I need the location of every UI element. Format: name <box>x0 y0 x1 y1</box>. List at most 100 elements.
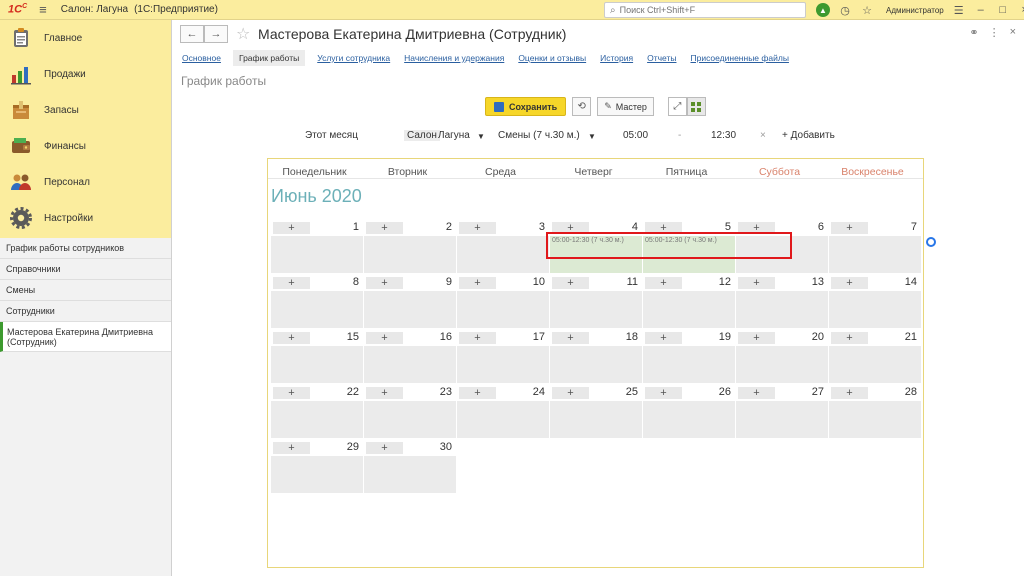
calendar-day-cell[interactable]: +13 <box>736 276 828 328</box>
tab-accruals[interactable]: Начисления и удержания <box>404 50 504 66</box>
add-shift-button[interactable]: + <box>459 332 496 344</box>
day-body[interactable] <box>457 346 549 383</box>
day-body[interactable] <box>550 346 642 383</box>
settings-menu-icon[interactable]: ☰ <box>950 2 968 18</box>
day-body[interactable] <box>643 401 735 438</box>
history-icon[interactable]: ◷ <box>836 2 854 18</box>
back-arrow-icon[interactable]: ← <box>180 25 204 43</box>
add-button[interactable]: + Добавить <box>782 130 835 141</box>
day-body[interactable] <box>643 291 735 328</box>
favorite-star-icon[interactable]: ☆ <box>236 24 250 44</box>
tab-services[interactable]: Услуги сотрудника <box>317 50 390 66</box>
calendar-day-cell[interactable]: +17 <box>457 331 549 383</box>
save-button[interactable]: Сохранить <box>485 97 567 116</box>
day-body[interactable] <box>364 401 456 438</box>
user-name[interactable]: Администратор <box>886 6 944 15</box>
add-shift-button[interactable]: + <box>273 442 310 454</box>
add-shift-button[interactable]: + <box>366 442 403 454</box>
calendar-day-cell[interactable]: +16 <box>364 331 456 383</box>
day-body[interactable] <box>829 346 921 383</box>
day-body[interactable] <box>829 236 921 273</box>
day-body[interactable] <box>736 401 828 438</box>
tab-reviews[interactable]: Оценки и отзывы <box>518 50 586 66</box>
add-shift-button[interactable]: + <box>552 277 589 289</box>
minimize-icon[interactable]: – <box>972 2 990 18</box>
close-window-icon[interactable]: × <box>1016 2 1024 18</box>
link-icon[interactable]: ⚭ <box>969 26 978 39</box>
add-shift-button[interactable]: + <box>552 387 589 399</box>
nav-item-employee-card[interactable]: Мастерова Екатерина Дмитриевна (Сотрудни… <box>0 322 171 352</box>
nav-item-employees[interactable]: Сотрудники <box>0 301 171 322</box>
calendar-day-cell[interactable]: +9 <box>364 276 456 328</box>
section-inventory[interactable]: Запасы <box>0 92 171 128</box>
master-button[interactable]: ✎ Мастер <box>597 97 654 116</box>
add-shift-button[interactable]: + <box>645 387 682 399</box>
nav-item-schedule[interactable]: График работы сотрудников <box>0 238 171 259</box>
add-shift-button[interactable]: + <box>459 277 496 289</box>
day-body[interactable] <box>364 456 456 493</box>
period-selector[interactable]: Этот месяц <box>305 130 358 141</box>
add-shift-button[interactable]: + <box>366 222 403 234</box>
refresh-icon[interactable]: ⟲ <box>572 97 592 116</box>
calendar-day-cell[interactable]: +22 <box>271 386 363 438</box>
day-body[interactable] <box>271 291 363 328</box>
add-shift-button[interactable]: + <box>366 332 403 344</box>
expand-view-icon[interactable]: ⤢ <box>667 97 687 116</box>
add-shift-button[interactable]: + <box>831 277 868 289</box>
add-shift-button[interactable]: + <box>273 277 310 289</box>
day-body[interactable] <box>271 236 363 273</box>
app-logo[interactable]: 1СС <box>8 3 27 16</box>
add-shift-button[interactable]: + <box>831 387 868 399</box>
add-shift-button[interactable]: + <box>366 277 403 289</box>
calendar-day-cell[interactable]: +28 <box>829 386 921 438</box>
calendar-day-cell[interactable]: +14 <box>829 276 921 328</box>
day-body[interactable] <box>550 401 642 438</box>
hamburger-menu-icon[interactable]: ≡ <box>39 2 47 17</box>
calendar-day-cell[interactable]: +26 <box>643 386 735 438</box>
time-to-field[interactable]: 12:30 <box>711 130 736 141</box>
salon-select[interactable]: Лагуна <box>438 130 470 141</box>
calendar-day-cell[interactable]: +12 <box>643 276 735 328</box>
day-body[interactable] <box>457 291 549 328</box>
calendar-day-cell[interactable]: +11 <box>550 276 642 328</box>
calendar-day-cell[interactable]: +8 <box>271 276 363 328</box>
calendar-day-cell[interactable]: +10 <box>457 276 549 328</box>
calendar-day-cell[interactable]: +21 <box>829 331 921 383</box>
day-body[interactable] <box>829 401 921 438</box>
day-body[interactable] <box>364 291 456 328</box>
add-shift-button[interactable]: + <box>738 332 775 344</box>
more-menu-icon[interactable]: ⋮ <box>989 26 1000 39</box>
day-body[interactable] <box>457 401 549 438</box>
section-settings[interactable]: Настройки <box>0 200 171 236</box>
tab-reports[interactable]: Отчеты <box>647 50 676 66</box>
day-body[interactable] <box>550 291 642 328</box>
tab-files[interactable]: Присоединенные файлы <box>690 50 788 66</box>
add-shift-button[interactable]: + <box>552 332 589 344</box>
calendar-day-cell[interactable]: +27 <box>736 386 828 438</box>
day-body[interactable] <box>271 456 363 493</box>
search-input[interactable] <box>619 5 790 15</box>
calendar-day-cell[interactable]: +18 <box>550 331 642 383</box>
day-body[interactable] <box>736 291 828 328</box>
day-body[interactable] <box>829 291 921 328</box>
add-shift-button[interactable]: + <box>738 387 775 399</box>
section-staff[interactable]: Персонал <box>0 164 171 200</box>
day-body[interactable] <box>364 236 456 273</box>
nav-item-shifts[interactable]: Смены <box>0 280 171 301</box>
chevron-down-icon[interactable]: ▼ <box>588 132 596 141</box>
day-body[interactable] <box>364 346 456 383</box>
calendar-day-cell[interactable]: +29 <box>271 441 363 493</box>
calendar-day-cell[interactable]: +23 <box>364 386 456 438</box>
global-search[interactable]: ⌕ <box>604 2 806 18</box>
add-shift-button[interactable]: + <box>645 277 682 289</box>
notifications-icon[interactable]: ▲ <box>814 2 832 18</box>
day-body[interactable] <box>457 236 549 273</box>
favorites-star-icon[interactable]: ☆ <box>858 2 876 18</box>
tab-main[interactable]: Основное <box>182 50 221 66</box>
calendar-day-cell[interactable]: +24 <box>457 386 549 438</box>
day-body[interactable] <box>736 346 828 383</box>
maximize-icon[interactable]: □ <box>994 2 1012 18</box>
add-shift-button[interactable]: + <box>273 222 310 234</box>
section-finance[interactable]: Финансы <box>0 128 171 164</box>
add-shift-button[interactable]: + <box>459 222 496 234</box>
